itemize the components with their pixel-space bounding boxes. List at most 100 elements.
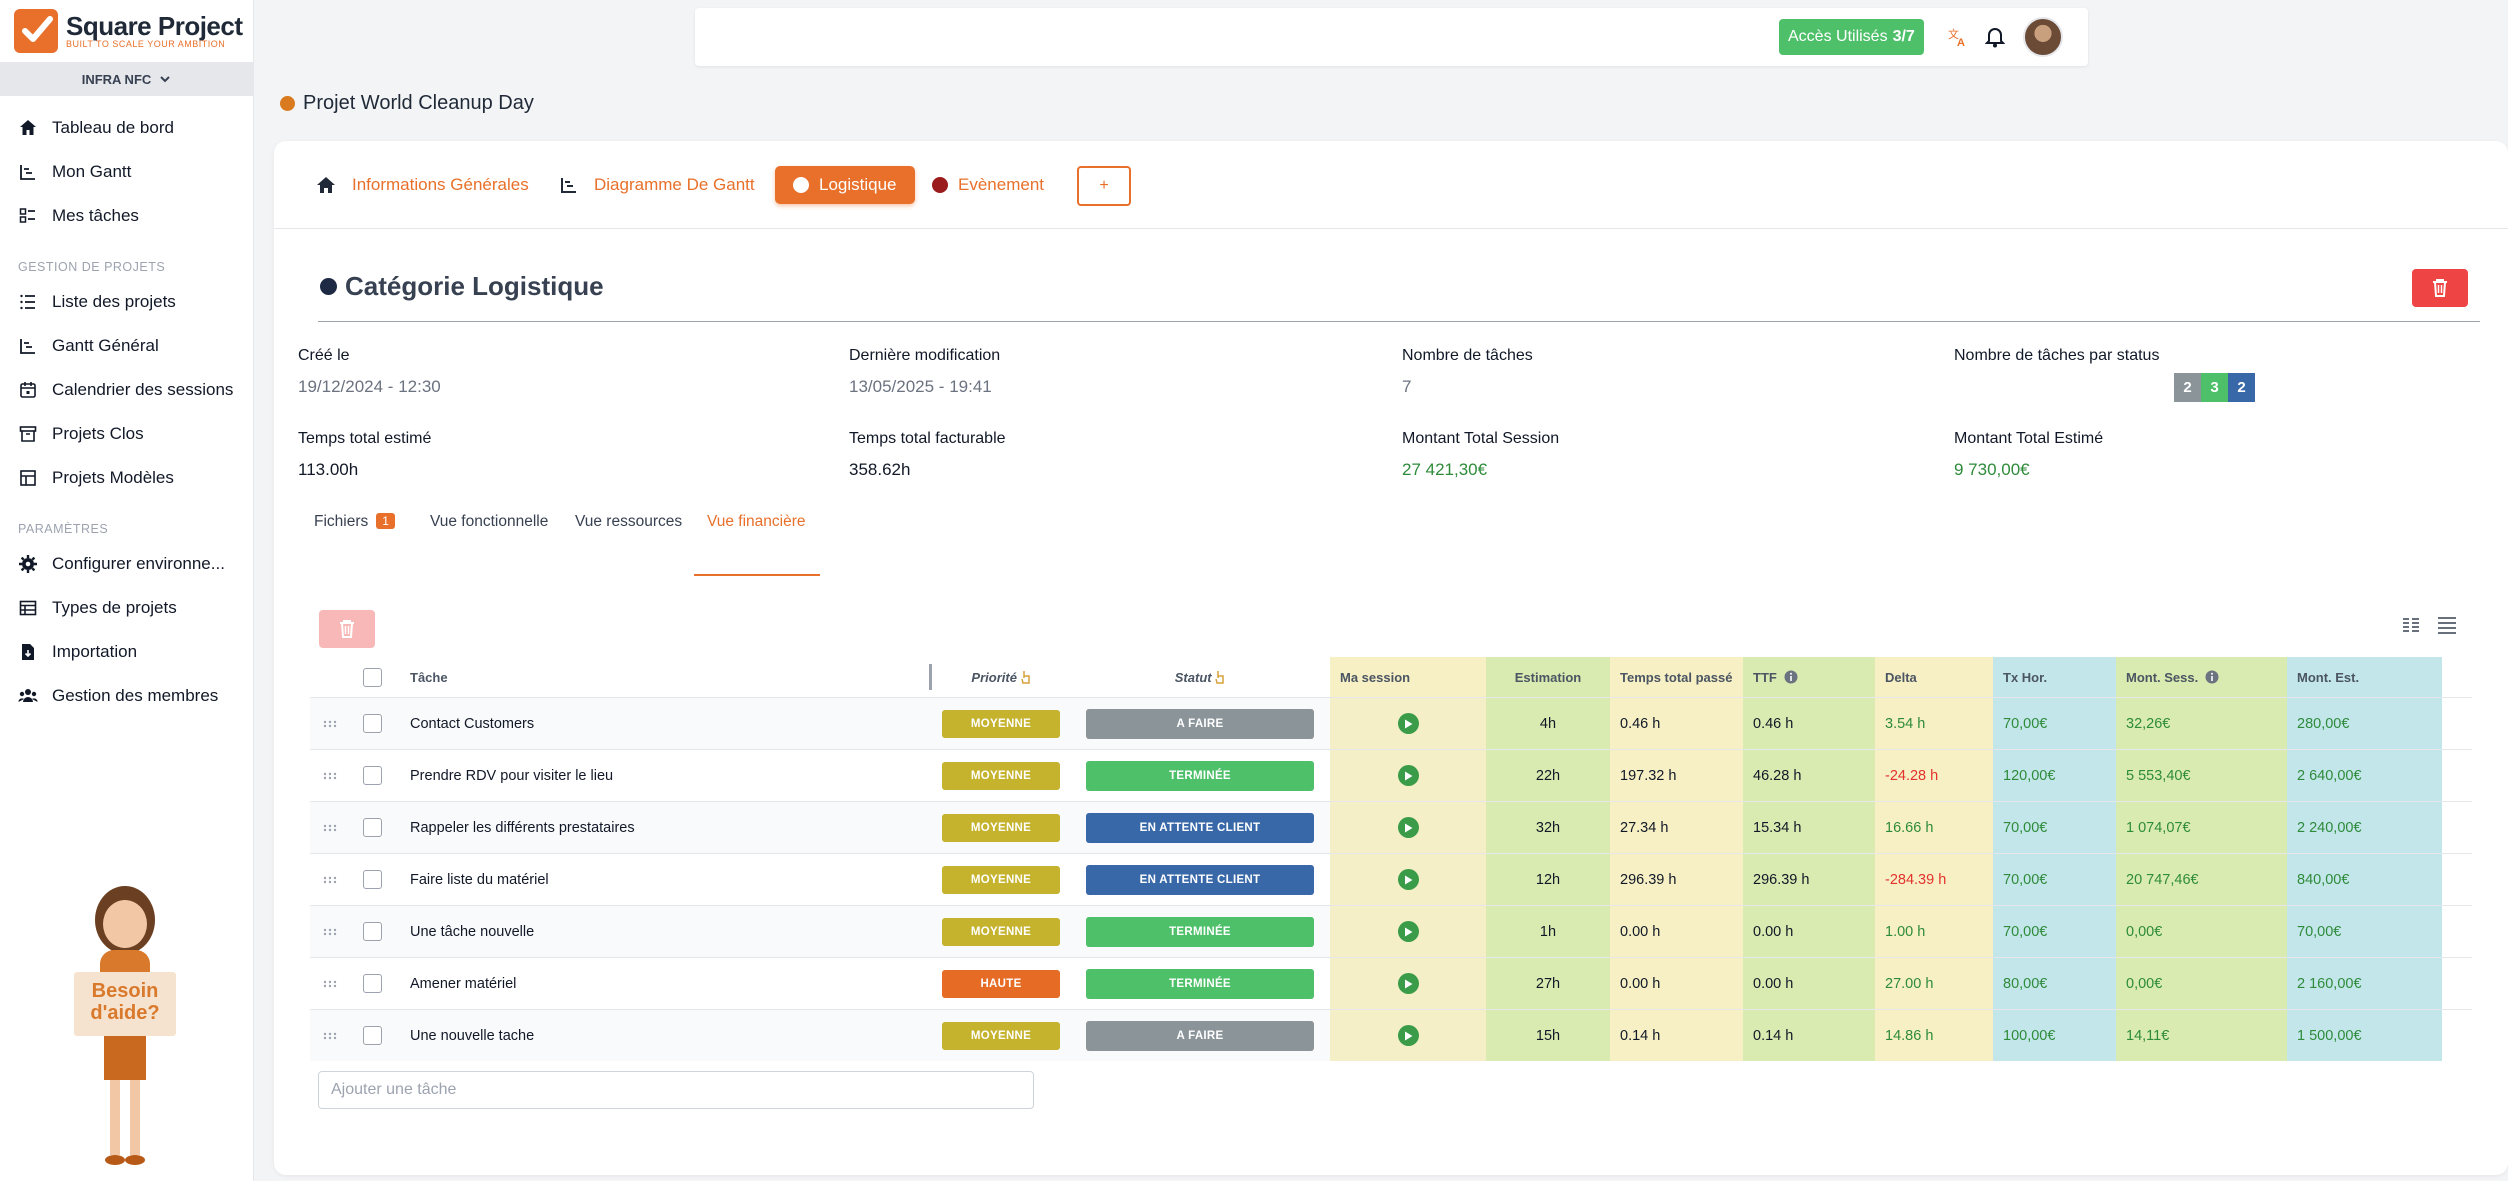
- checkbox[interactable]: [362, 974, 382, 993]
- play-session-button[interactable]: [1397, 817, 1419, 838]
- bulk-delete-button[interactable]: [319, 610, 375, 648]
- row-select[interactable]: [350, 854, 394, 905]
- task-name[interactable]: Une tâche nouvelle: [394, 906, 932, 957]
- table-row[interactable]: Contact Customers MOYENNE A FAIRE 4h 0.4…: [310, 697, 2472, 749]
- checkbox[interactable]: [362, 818, 382, 837]
- status-badge[interactable]: TERMINÉE: [1086, 916, 1314, 947]
- access-badge[interactable]: Accès Utilisés 3/7: [1779, 19, 1924, 55]
- info-icon[interactable]: [1784, 670, 1798, 684]
- drag-handle-icon[interactable]: [310, 698, 350, 749]
- add-category-button[interactable]: +: [1077, 166, 1131, 206]
- translate-icon[interactable]: 文A: [1947, 26, 1969, 48]
- table-row[interactable]: Amener matériel HAUTE TERMINÉE 27h 0.00 …: [310, 957, 2472, 1009]
- tab-diagramme-de-gantt[interactable]: Diagramme De Gantt: [560, 166, 755, 204]
- checkbox[interactable]: [362, 714, 382, 733]
- tab-informations-generales[interactable]: Informations Générales: [316, 166, 529, 204]
- sidebar-item-types-de-projets[interactable]: Types de projets: [0, 586, 253, 630]
- delete-category-button[interactable]: [2412, 269, 2468, 307]
- drag-handle-icon[interactable]: [310, 854, 350, 905]
- table-row[interactable]: Rappeler les différents prestataires MOY…: [310, 801, 2472, 853]
- table-row[interactable]: Faire liste du matériel MOYENNE EN ATTEN…: [310, 853, 2472, 905]
- task-name[interactable]: Contact Customers: [394, 698, 932, 749]
- info-icon[interactable]: [2205, 670, 2219, 684]
- tab-vue-fonctionnelle[interactable]: Vue fonctionnelle: [430, 511, 548, 559]
- play-session-button[interactable]: [1397, 713, 1419, 734]
- session-cell: [1330, 1010, 1486, 1061]
- row-select[interactable]: [350, 906, 394, 957]
- row-select[interactable]: [350, 750, 394, 801]
- checkbox[interactable]: [362, 922, 382, 941]
- status-badge[interactable]: A FAIRE: [1086, 708, 1314, 739]
- brand-logo[interactable]: Square Project BUILT TO SCALE YOUR AMBIT…: [0, 0, 253, 62]
- sidebar-item-configurer-environne[interactable]: Configurer environne...: [0, 542, 253, 586]
- header-priority[interactable]: Priorité: [932, 657, 1070, 697]
- checkbox[interactable]: [362, 766, 382, 785]
- avatar[interactable]: [2023, 17, 2063, 57]
- sidebar-item-mon-gantt[interactable]: Mon Gantt: [0, 150, 253, 194]
- priority-badge[interactable]: HAUTE: [942, 969, 1060, 998]
- row-select[interactable]: [350, 698, 394, 749]
- workspace-select[interactable]: INFRA NFC: [0, 62, 253, 96]
- tab-logistique[interactable]: Logistique: [775, 166, 915, 204]
- priority-badge[interactable]: MOYENNE: [942, 1021, 1060, 1050]
- drag-handle-icon[interactable]: [310, 906, 350, 957]
- checkbox[interactable]: [362, 1026, 382, 1045]
- header-status[interactable]: Statut: [1070, 657, 1330, 697]
- row-select[interactable]: [350, 802, 394, 853]
- task-name[interactable]: Rappeler les différents prestataires: [394, 802, 932, 853]
- priority-badge[interactable]: MOYENNE: [942, 813, 1060, 842]
- status-badge[interactable]: A FAIRE: [1086, 1020, 1314, 1051]
- task-name[interactable]: Prendre RDV pour visiter le lieu: [394, 750, 932, 801]
- bell-icon[interactable]: [1985, 26, 2005, 48]
- table-row[interactable]: Prendre RDV pour visiter le lieu MOYENNE…: [310, 749, 2472, 801]
- info-value: 9 730,00€: [1954, 460, 2030, 479]
- list-view-icon[interactable]: [2436, 615, 2458, 635]
- checkbox[interactable]: [362, 870, 382, 889]
- sidebar-item-projets-mod-les[interactable]: Projets Modèles: [0, 456, 253, 500]
- drag-handle-icon[interactable]: [310, 750, 350, 801]
- drag-handle-icon[interactable]: [310, 802, 350, 853]
- play-session-button[interactable]: [1397, 921, 1419, 942]
- priority-badge[interactable]: MOYENNE: [942, 917, 1060, 946]
- priority-badge[interactable]: MOYENNE: [942, 761, 1060, 790]
- add-task-input[interactable]: [318, 1071, 1034, 1109]
- header-label: Temps total passé: [1620, 669, 1733, 685]
- table-row[interactable]: Une tâche nouvelle MOYENNE TERMINÉE 1h 0…: [310, 905, 2472, 957]
- status-badge[interactable]: EN ATTENTE CLIENT: [1086, 864, 1314, 895]
- task-name[interactable]: Faire liste du matériel: [394, 854, 932, 905]
- columns-view-icon[interactable]: [2401, 615, 2421, 635]
- sidebar-item-tableau-de-bord[interactable]: Tableau de bord: [0, 106, 253, 150]
- checkbox[interactable]: [362, 667, 382, 687]
- sidebar-item-liste-des-projets[interactable]: Liste des projets: [0, 280, 253, 324]
- sidebar-item-calendrier-des-sessions[interactable]: Calendrier des sessions: [0, 368, 253, 412]
- play-session-button[interactable]: [1397, 765, 1419, 786]
- row-select[interactable]: [350, 1010, 394, 1061]
- sidebar-item-importation[interactable]: Importation: [0, 630, 253, 674]
- status-badge[interactable]: TERMINÉE: [1086, 760, 1314, 791]
- drag-handle-icon[interactable]: [310, 958, 350, 1009]
- priority-badge[interactable]: MOYENNE: [942, 865, 1060, 894]
- drag-handle-icon[interactable]: [310, 1010, 350, 1061]
- tab-fichiers[interactable]: Fichiers 1: [314, 511, 395, 559]
- tab-vue-ressources[interactable]: Vue ressources: [575, 511, 682, 559]
- table-row[interactable]: Une nouvelle tache MOYENNE A FAIRE 15h 0…: [310, 1009, 2472, 1061]
- status-badge[interactable]: EN ATTENTE CLIENT: [1086, 812, 1314, 843]
- sidebar-item-gantt-g-n-ral[interactable]: Gantt Général: [0, 324, 253, 368]
- sidebar-item-projets-clos[interactable]: Projets Clos: [0, 412, 253, 456]
- priority-badge[interactable]: MOYENNE: [942, 709, 1060, 738]
- play-session-button[interactable]: [1397, 1025, 1419, 1046]
- sidebar-item-mes-t-ches[interactable]: Mes tâches: [0, 194, 253, 238]
- task-name[interactable]: Amener matériel: [394, 958, 932, 1009]
- play-session-button[interactable]: [1397, 973, 1419, 994]
- header-select-all[interactable]: [350, 657, 394, 697]
- sidebar-item-gestion-des-membres[interactable]: Gestion des membres: [0, 674, 253, 718]
- play-session-button[interactable]: [1397, 869, 1419, 890]
- header-label: Statut: [1174, 669, 1212, 685]
- sidebar-item-label: Types de projets: [52, 598, 177, 617]
- tab-vue-financiere[interactable]: Vue financière: [707, 511, 806, 559]
- task-name[interactable]: Une nouvelle tache: [394, 1010, 932, 1061]
- row-select[interactable]: [350, 958, 394, 1009]
- help-mascot[interactable]: Besoin d'aide?: [60, 880, 190, 1180]
- status-badge[interactable]: TERMINÉE: [1086, 968, 1314, 999]
- tab-evenement[interactable]: Evènement: [932, 166, 1044, 204]
